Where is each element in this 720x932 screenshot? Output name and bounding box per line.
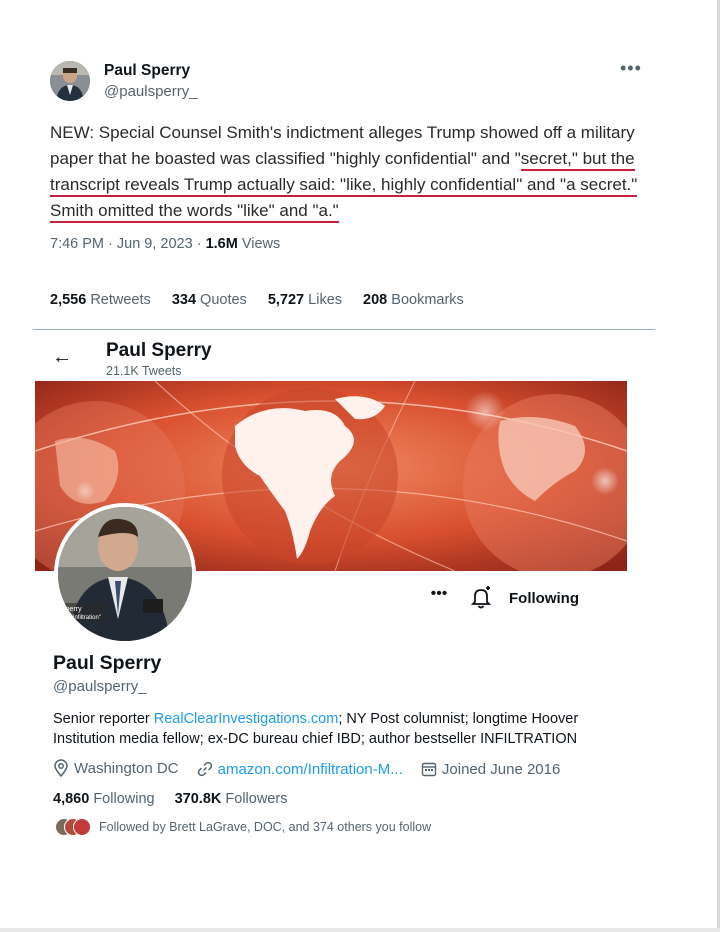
back-arrow-icon[interactable]: ← [52, 346, 72, 369]
profile-avatar[interactable]: Sperry ex. "Infiltration" [54, 503, 196, 645]
stat-retweets[interactable]: 2,556 Retweets [50, 292, 151, 308]
following-button[interactable]: Following [509, 584, 613, 614]
stat-label: Bookmarks [387, 292, 464, 308]
stat-count: 5,727 [267, 292, 305, 308]
followers-count-link[interactable]: 370.8K Followers [175, 791, 288, 807]
avatar-caption-line2: ex. "Infiltration" [61, 615, 101, 621]
profile-name: Paul Sperry [53, 652, 162, 674]
tweet-author-name[interactable]: Paul Sperry [104, 62, 190, 80]
following-label: Following [89, 791, 155, 807]
tweet-text: NEW: Special Counsel Smith's indictment … [50, 120, 640, 224]
more-horizontal-icon[interactable]: ••• [620, 58, 641, 78]
location-text: Washington DC [74, 759, 179, 777]
followers-label: Followers [221, 791, 288, 807]
stat-label: Retweets [86, 292, 151, 308]
tweet-time[interactable]: 7:46 PM · Jun 9, 2023 · [50, 236, 206, 252]
followed-by-text: Followed by Brett LaGrave, DOC, and 374 … [99, 820, 432, 834]
location: Washington DC [53, 759, 179, 777]
stat-likes[interactable]: 5,727 Likes [268, 292, 342, 308]
following-count: 4,860 [53, 791, 90, 807]
profile-meta: Washington DC amazon.com/Infiltration-M.… [53, 759, 653, 781]
bio-text: Senior reporter [53, 711, 154, 727]
following-count-link[interactable]: 4,860 Following [53, 791, 155, 807]
stat-count: 334 [171, 292, 197, 308]
stat-quotes[interactable]: 334 Quotes [172, 292, 247, 308]
stat-bookmarks[interactable]: 208 Bookmarks [363, 292, 464, 308]
screenshot-page: Paul Sperry @paulsperry_ ••• NEW: Specia… [0, 0, 720, 932]
profile-bio: Senior reporter RealClearInvestigations.… [53, 709, 633, 749]
website-link[interactable]: amazon.com/Infiltration-M... [218, 761, 403, 778]
tweet-author-handle[interactable]: @paulsperry_ [104, 83, 198, 100]
avatar-caption-line1: Sperry [61, 606, 82, 613]
followers-count: 370.8K [174, 791, 222, 807]
follower-avatars [55, 818, 91, 836]
scan-edge [0, 928, 720, 932]
notification-bell-icon[interactable] [469, 585, 499, 613]
more-horizontal-icon[interactable]: ••• [420, 585, 458, 613]
joined-date: Joined June 2016 [421, 761, 560, 778]
joined-text: Joined June 2016 [441, 760, 561, 778]
stat-count: 208 [363, 292, 388, 308]
tweet-stats: 2,556 Retweets 334 Quotes 5,727 Likes 20… [50, 292, 481, 308]
location-pin-icon [54, 759, 68, 777]
stat-count: 2,556 [50, 292, 87, 308]
calendar-icon [421, 762, 437, 777]
views-count: 1.6M [205, 236, 238, 252]
link-icon [197, 761, 212, 777]
website[interactable]: amazon.com/Infiltration-M... [197, 761, 403, 778]
views-label: Views [237, 236, 281, 252]
followed-by[interactable]: Followed by Brett LaGrave, DOC, and 374 … [55, 818, 431, 836]
tweet-timestamp: 7:46 PM · Jun 9, 2023 · 1.6M Views [50, 236, 280, 252]
mini-avatar [73, 818, 91, 836]
stat-label: Likes [304, 292, 343, 308]
section-divider [33, 329, 655, 330]
profile-header-name: Paul Sperry [106, 340, 212, 361]
stat-label: Quotes [196, 292, 247, 308]
profile-tweet-count: 21.1K Tweets [106, 364, 182, 378]
follow-counts: 4,860 Following 370.8K Followers [53, 791, 303, 807]
author-avatar[interactable] [50, 61, 90, 101]
profile-handle: @paulsperry_ [53, 678, 147, 695]
bio-link[interactable]: RealClearInvestigations.com [154, 711, 339, 727]
